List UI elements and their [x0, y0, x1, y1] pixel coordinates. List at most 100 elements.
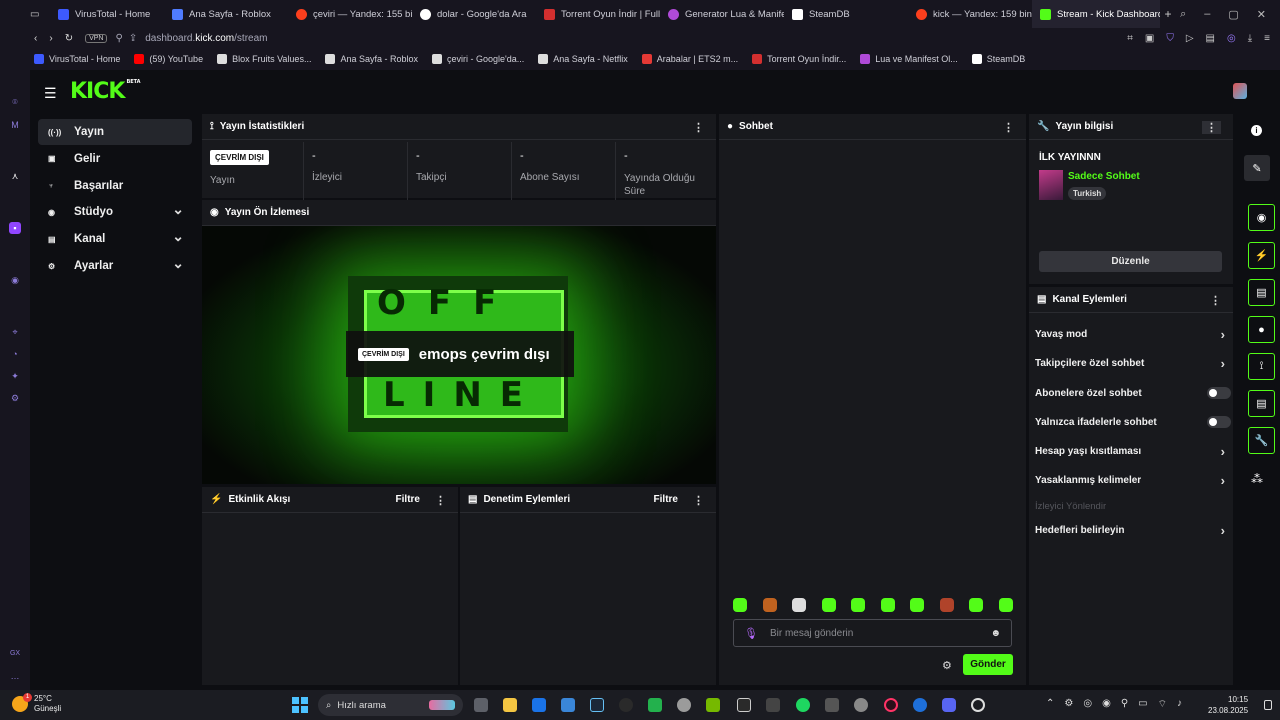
- nvidia-icon[interactable]: [706, 698, 720, 712]
- category-link[interactable]: Sadece Sohbet: [1068, 171, 1140, 182]
- more-icon[interactable]: …: [9, 670, 21, 682]
- channel-action-row[interactable]: Abonelere özel sohbet: [1035, 381, 1231, 405]
- bookmark-item[interactable]: VirusTotal - Home: [34, 54, 120, 64]
- mail-icon[interactable]: M: [9, 119, 21, 131]
- toggle-switch[interactable]: [1207, 416, 1231, 428]
- emote-icon[interactable]: [910, 598, 925, 612]
- app-icon[interactable]: [648, 698, 662, 712]
- emote-icon[interactable]: [762, 598, 777, 612]
- stream-info-toggle-icon[interactable]: 🔧: [1248, 427, 1275, 454]
- new-tab-button[interactable]: +: [1160, 7, 1176, 21]
- tab-active[interactable]: Stream - Kick Dashboard: [1032, 0, 1160, 28]
- store-icon[interactable]: [561, 698, 575, 712]
- menu-icon[interactable]: ≡: [1264, 33, 1270, 44]
- add-widget-icon[interactable]: ⁂: [1251, 472, 1263, 486]
- tab[interactable]: dolar - Google'da Ara: [412, 0, 536, 28]
- clock[interactable]: 10:15 23.08.2025: [1208, 694, 1248, 716]
- history-icon[interactable]: ◔: [9, 348, 21, 360]
- app-icon[interactable]: [825, 698, 839, 712]
- system-tray[interactable]: ⌃ ⚙ ◎ ◉ ⚲ ▭ ⌔ ♪: [1046, 698, 1182, 711]
- preview-toggle-icon[interactable]: ◉: [1248, 204, 1275, 231]
- gx-icon[interactable]: GX: [9, 648, 21, 660]
- tray-steam-icon[interactable]: ⚙: [1064, 698, 1073, 711]
- file-explorer-icon[interactable]: [503, 698, 517, 712]
- kick-logo[interactable]: KICK BETA: [70, 79, 141, 104]
- tray-mic-icon[interactable]: ⚲: [1121, 698, 1128, 711]
- screenshot-icon[interactable]: ⌗: [1127, 33, 1133, 44]
- channel-action-row[interactable]: Yalnızca ifadelerle sohbet: [1035, 410, 1231, 434]
- info-icon[interactable]: i: [1251, 125, 1262, 136]
- twitch-icon[interactable]: ▪: [9, 222, 21, 234]
- activity-filter-button[interactable]: Filtre: [396, 494, 420, 505]
- task-view-icon[interactable]: [474, 698, 488, 712]
- emote-icon[interactable]: [821, 598, 836, 612]
- kick-sidebar-icon[interactable]: ⋏: [9, 170, 21, 182]
- more-options-icon[interactable]: ⋮: [693, 121, 704, 134]
- reload-icon[interactable]: ↻: [65, 33, 73, 44]
- tab[interactable]: Ana Sayfa - Roblox: [164, 0, 288, 28]
- channel-action-row[interactable]: Yasaklanmış kelimeler ›: [1035, 468, 1225, 492]
- nav-item-channel[interactable]: ▤ Kanal ⌄: [38, 226, 192, 252]
- emote-icon[interactable]: [792, 598, 807, 612]
- channel-action-row[interactable]: Takipçilere özel sohbet ›: [1035, 351, 1225, 375]
- maximize-icon[interactable]: ▢: [1228, 8, 1238, 21]
- player-icon[interactable]: ▷: [1186, 33, 1194, 44]
- outlook-icon[interactable]: [532, 698, 546, 712]
- nav-item-broadcast[interactable]: ((·)) Yayın: [38, 119, 192, 145]
- channel-action-row[interactable]: Yavaş mod ›: [1035, 322, 1225, 346]
- vpn-badge[interactable]: VPN: [85, 33, 108, 43]
- emote-icon[interactable]: [733, 598, 747, 612]
- bookmark-item[interactable]: Ana Sayfa - Roblox: [325, 54, 418, 64]
- stats-toggle-icon[interactable]: ⟟: [1248, 353, 1275, 380]
- pin-icon[interactable]: ⌖: [9, 326, 21, 338]
- site-info-icon[interactable]: ⚲: [115, 33, 122, 44]
- chat-settings-icon[interactable]: ⚙: [942, 659, 952, 672]
- settings-icon[interactable]: ⚙: [9, 392, 21, 404]
- tab[interactable]: çeviri — Yandex: 155 bin: [288, 0, 412, 28]
- tray-volume-icon[interactable]: ♪: [1177, 698, 1182, 711]
- bookmark-item[interactable]: çeviri - Google'da...: [432, 54, 524, 64]
- minimize-icon[interactable]: –: [1204, 8, 1210, 21]
- emoji-icon[interactable]: ☻: [990, 628, 1001, 639]
- more-options-icon[interactable]: ⋮: [435, 494, 446, 507]
- close-icon[interactable]: ✕: [1257, 8, 1266, 21]
- more-options-icon[interactable]: ⋮: [1003, 121, 1014, 134]
- bookmark-item[interactable]: Ana Sayfa - Netflix: [538, 54, 628, 64]
- tray-app-icon[interactable]: ◎: [1083, 698, 1092, 711]
- tray-chevron-icon[interactable]: ⌃: [1046, 698, 1054, 711]
- nav-item-wallet[interactable]: ▣ Gelir: [38, 146, 192, 172]
- notification-icon[interactable]: [1264, 700, 1272, 710]
- moderation-toggle-icon[interactable]: ▤: [1248, 279, 1275, 306]
- forward-icon[interactable]: ›: [49, 33, 52, 44]
- app-icon[interactable]: [677, 698, 691, 712]
- bookmark-item[interactable]: Arabalar | ETS2 m...: [641, 54, 738, 64]
- emote-icon[interactable]: [998, 598, 1013, 612]
- back-icon[interactable]: ‹: [34, 33, 37, 44]
- chat-toggle-icon[interactable]: ●: [1248, 316, 1275, 343]
- tab[interactable]: SteamDB: [784, 0, 908, 28]
- microphone-icon[interactable]: 🎙: [744, 627, 758, 640]
- send-button[interactable]: Gönder: [963, 654, 1013, 675]
- emote-icon[interactable]: [880, 598, 895, 612]
- shield-icon[interactable]: ⛉: [1166, 33, 1174, 44]
- channel-action-row[interactable]: Hesap yaşı kısıtlaması ›: [1035, 439, 1225, 463]
- chatgpt-icon[interactable]: [854, 698, 868, 712]
- download-icon[interactable]: ⤓: [1248, 33, 1252, 44]
- nav-item-trophy[interactable]: ♆ Başarılar: [38, 173, 192, 199]
- tray-network-icon[interactable]: ⌔: [1158, 698, 1167, 711]
- tray-app-icon[interactable]: ▭: [1138, 698, 1147, 711]
- activity-toggle-icon[interactable]: ⚡: [1248, 242, 1275, 269]
- channel-action-row[interactable]: Hedefleri belirleyin ›: [1035, 518, 1225, 542]
- bookmark-item[interactable]: SteamDB: [971, 54, 1025, 64]
- opera-gx-icon[interactable]: [884, 698, 898, 712]
- start-button[interactable]: [292, 697, 308, 713]
- epic-games-icon[interactable]: [737, 698, 751, 712]
- discord-icon[interactable]: [942, 698, 956, 712]
- moderation-filter-button[interactable]: Filtre: [654, 494, 678, 505]
- app-icon[interactable]: [766, 698, 780, 712]
- weather-widget[interactable]: 1 25°C Güneşli: [12, 693, 61, 714]
- share-icon[interactable]: ⇪: [129, 33, 137, 44]
- bookmark-item[interactable]: Torrent Oyun İndir...: [752, 54, 846, 64]
- chat-input[interactable]: 🎙 Bir mesaj gönderin ☻: [733, 619, 1012, 647]
- spotify-icon[interactable]: [796, 698, 810, 712]
